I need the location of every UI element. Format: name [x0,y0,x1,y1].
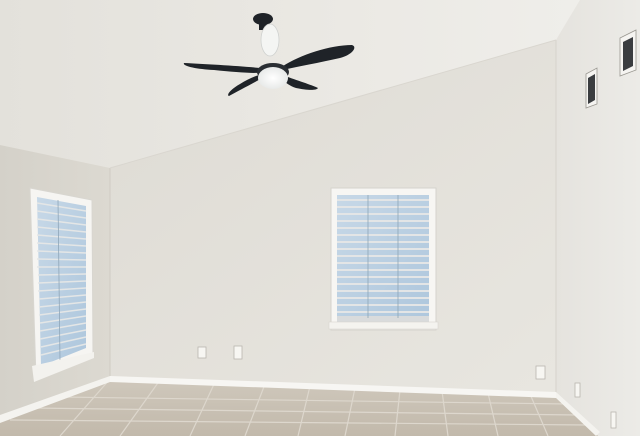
room-scene [0,0,640,436]
fan-light-dome [260,23,280,57]
wall-vent [619,29,637,77]
wall-vent [585,67,598,109]
fan-light [258,67,288,89]
electrical-outlet [610,411,617,429]
light-switch-plate [233,345,243,360]
electrical-outlet [535,365,546,380]
window-left [29,187,94,382]
room-photo [0,0,640,436]
electrical-outlet [197,346,207,359]
window-center [328,187,439,331]
electrical-outlet [574,382,581,398]
